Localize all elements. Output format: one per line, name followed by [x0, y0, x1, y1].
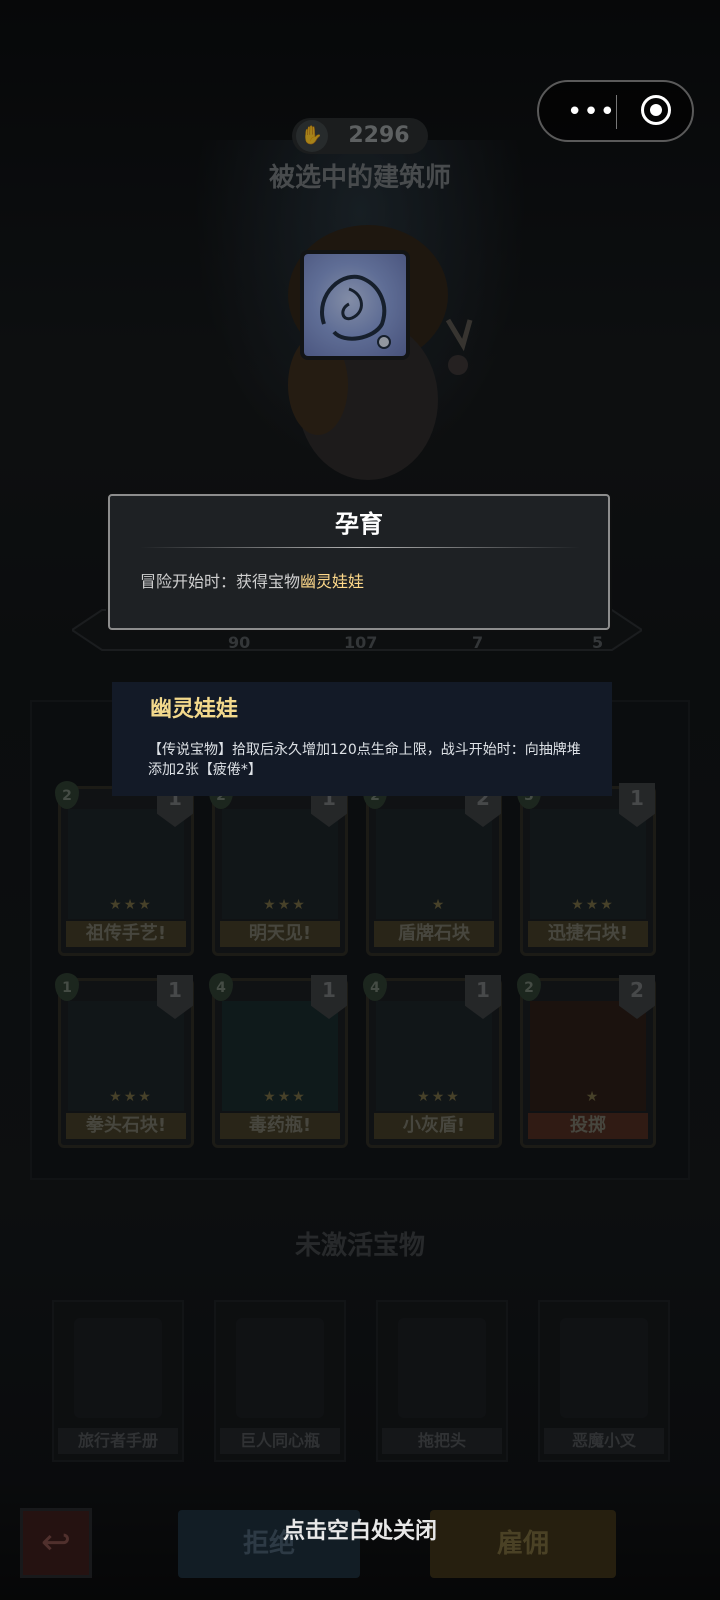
relic-slot[interactable]: 旅行者手册 [52, 1300, 184, 1462]
score-value: 2296 [348, 123, 410, 148]
star-icons: ★★★ [263, 1089, 307, 1105]
card-cost: 2 [55, 781, 79, 809]
traveler-handbook-icon [74, 1318, 162, 1418]
paw-icon: ✋ [296, 120, 328, 152]
mini-program-capsule: ••• [537, 80, 694, 142]
star-icons: ★ [585, 1089, 601, 1105]
stat-speed: 5 [592, 633, 604, 652]
inactive-relics-title: 未激活宝物 [294, 1231, 425, 1261]
relic-tooltip: 幽灵娃娃 【传说宝物】拾取后永久增加120点生命上限，战斗开始时：向抽牌堆添加2… [112, 682, 612, 796]
target-close-icon[interactable] [641, 95, 671, 125]
relic-name: 幽灵娃娃 [150, 697, 239, 722]
star-icons: ★★★ [109, 897, 153, 913]
ghost-doll-relic-icon [300, 250, 410, 360]
talent-title: 孕育 [335, 510, 383, 538]
more-dots-icon[interactable]: ••• [567, 99, 615, 125]
card[interactable]: ★★★ 2 1 明天见! [209, 781, 348, 956]
card-cost: 4 [209, 973, 233, 1001]
demon-fork-icon [560, 1318, 648, 1418]
card[interactable]: ★ 2 2 投掷 [517, 973, 656, 1148]
relic-description: 【传说宝物】拾取后永久增加120点生命上限，战斗开始时：向抽牌堆添加2张【疲倦*… [148, 742, 581, 778]
relic-label: 巨人同心瓶 [220, 1428, 340, 1454]
card[interactable]: ★★★ 1 1 拳头石块! [55, 973, 194, 1148]
card-label: 盾牌石块 [374, 921, 494, 947]
game-background[interactable]: ✋ 2296 被选中的建筑师 90 107 7 5 ★★★ 2 1 祖传手艺! [0, 0, 720, 1600]
card-label: 祖传手艺! [66, 921, 186, 947]
back-button[interactable]: ↩ [20, 1508, 92, 1578]
close-hint: 点击空白处关闭 [282, 1519, 437, 1544]
mop-head-icon [398, 1318, 486, 1418]
card-label: 拳头石块! [66, 1113, 186, 1139]
capsule-divider [616, 95, 617, 129]
card-label: 毒药瓶! [220, 1113, 340, 1139]
star-icons: ★★★ [263, 897, 307, 913]
stat-attack: 107 [344, 633, 378, 652]
modal-divider [140, 547, 580, 548]
card[interactable]: ★★★ 4 1 小灰盾! [363, 973, 502, 1148]
relic-slot[interactable]: 恶魔小叉 [538, 1300, 670, 1462]
stat-health: 90 [228, 633, 251, 652]
star-icons: ★★★ [109, 1089, 153, 1105]
card-label: 小灰盾! [374, 1113, 494, 1139]
relic-label: 恶魔小叉 [544, 1428, 664, 1454]
card-cost: 2 [517, 973, 541, 1001]
talent-modal: 孕育 冒险开始时：获得宝物幽灵娃娃 [108, 494, 610, 630]
stat-defense: 7 [472, 633, 484, 652]
relic-label: 旅行者手册 [58, 1428, 178, 1454]
card[interactable]: ★ 2 2 盾牌石块 [363, 781, 502, 956]
builder-title: 被选中的建筑师 [268, 163, 451, 193]
card-label: 迅捷石块! [528, 921, 648, 947]
giant-heart-jar-icon [236, 1318, 324, 1418]
relic-slot[interactable]: 拖把头 [376, 1300, 508, 1462]
card[interactable]: ★★★ 2 1 祖传手艺! [55, 781, 194, 956]
score-pill: ✋ 2296 [292, 118, 428, 154]
star-icons: ★★★ [571, 897, 615, 913]
talent-desc-highlight: 幽灵娃娃 [300, 572, 365, 591]
relic-slot[interactable]: 巨人同心瓶 [214, 1300, 346, 1462]
card-label: 投掷 [528, 1113, 648, 1139]
card-label: 明天见! [220, 921, 340, 947]
talent-desc-prefix: 冒险开始时：获得宝物 [140, 572, 301, 591]
relic-label: 拖把头 [382, 1428, 502, 1454]
card-cost: 4 [363, 973, 387, 1001]
talent-description: 冒险开始时：获得宝物幽灵娃娃 [140, 568, 364, 596]
card-cost: 1 [55, 973, 79, 1001]
card[interactable]: ★★★ 3 1 迅捷石块! [517, 781, 656, 956]
star-icons: ★★★ [417, 1089, 461, 1105]
card[interactable]: ★★★ 4 1 毒药瓶! [209, 973, 348, 1148]
star-icons: ★ [431, 897, 447, 913]
